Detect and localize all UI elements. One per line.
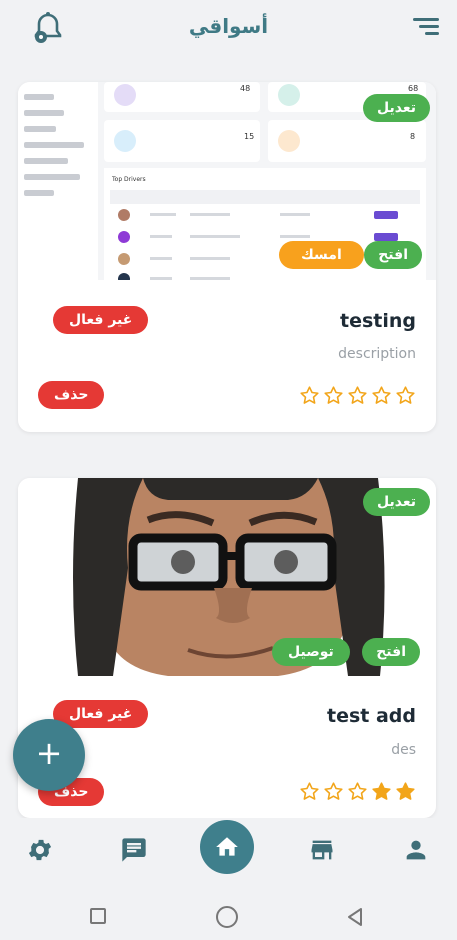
menu-icon[interactable] xyxy=(413,18,439,38)
store-name: testing xyxy=(340,310,416,332)
store-card: 48 68 15 8 Top Drivers تعديل افتح امسك غ… xyxy=(18,82,436,432)
store-icon[interactable] xyxy=(306,836,338,864)
star-outline-icon[interactable] xyxy=(323,385,344,406)
system-home-button[interactable] xyxy=(216,906,238,928)
store-image: تعديل افتح توصيل xyxy=(18,478,436,676)
system-nav-bar xyxy=(0,890,457,940)
app-bar: أسواقي xyxy=(0,0,457,58)
back-button[interactable] xyxy=(345,907,365,927)
star-outline-icon[interactable] xyxy=(371,385,392,406)
star-outline-icon[interactable] xyxy=(347,781,368,802)
edit-button[interactable]: تعديل xyxy=(363,94,430,122)
person-icon[interactable] xyxy=(402,836,430,864)
delivery-button[interactable]: توصيل xyxy=(272,638,350,666)
store-name: test add xyxy=(327,705,416,727)
star-filled-icon[interactable] xyxy=(371,781,392,802)
star-outline-icon[interactable] xyxy=(299,385,320,406)
home-icon xyxy=(216,837,238,856)
star-outline-icon[interactable] xyxy=(347,385,368,406)
delete-button[interactable]: حذف xyxy=(38,381,105,409)
home-button[interactable] xyxy=(200,820,254,874)
plus-icon: + xyxy=(35,734,63,772)
star-filled-icon[interactable] xyxy=(395,781,416,802)
chat-icon[interactable] xyxy=(120,836,148,864)
status-badge[interactable]: غير فعال xyxy=(53,306,149,334)
rating-stars xyxy=(299,781,416,802)
hold-button[interactable]: امسك xyxy=(279,241,364,269)
store-description: des xyxy=(391,742,416,758)
app-title: أسواقي xyxy=(188,14,269,38)
store-description: description xyxy=(338,346,416,362)
settings-icon[interactable] xyxy=(26,836,54,864)
star-outline-icon[interactable] xyxy=(299,781,320,802)
open-button[interactable]: افتح xyxy=(364,241,422,269)
recent-apps-button[interactable] xyxy=(90,908,106,924)
add-store-button[interactable]: + xyxy=(13,719,85,791)
open-button[interactable]: افتح xyxy=(362,638,420,666)
star-outline-icon[interactable] xyxy=(395,385,416,406)
store-image: 48 68 15 8 Top Drivers تعديل افتح امسك xyxy=(18,82,436,280)
rating-stars xyxy=(299,385,416,406)
star-outline-icon[interactable] xyxy=(323,781,344,802)
edit-button[interactable]: تعديل xyxy=(363,488,430,516)
